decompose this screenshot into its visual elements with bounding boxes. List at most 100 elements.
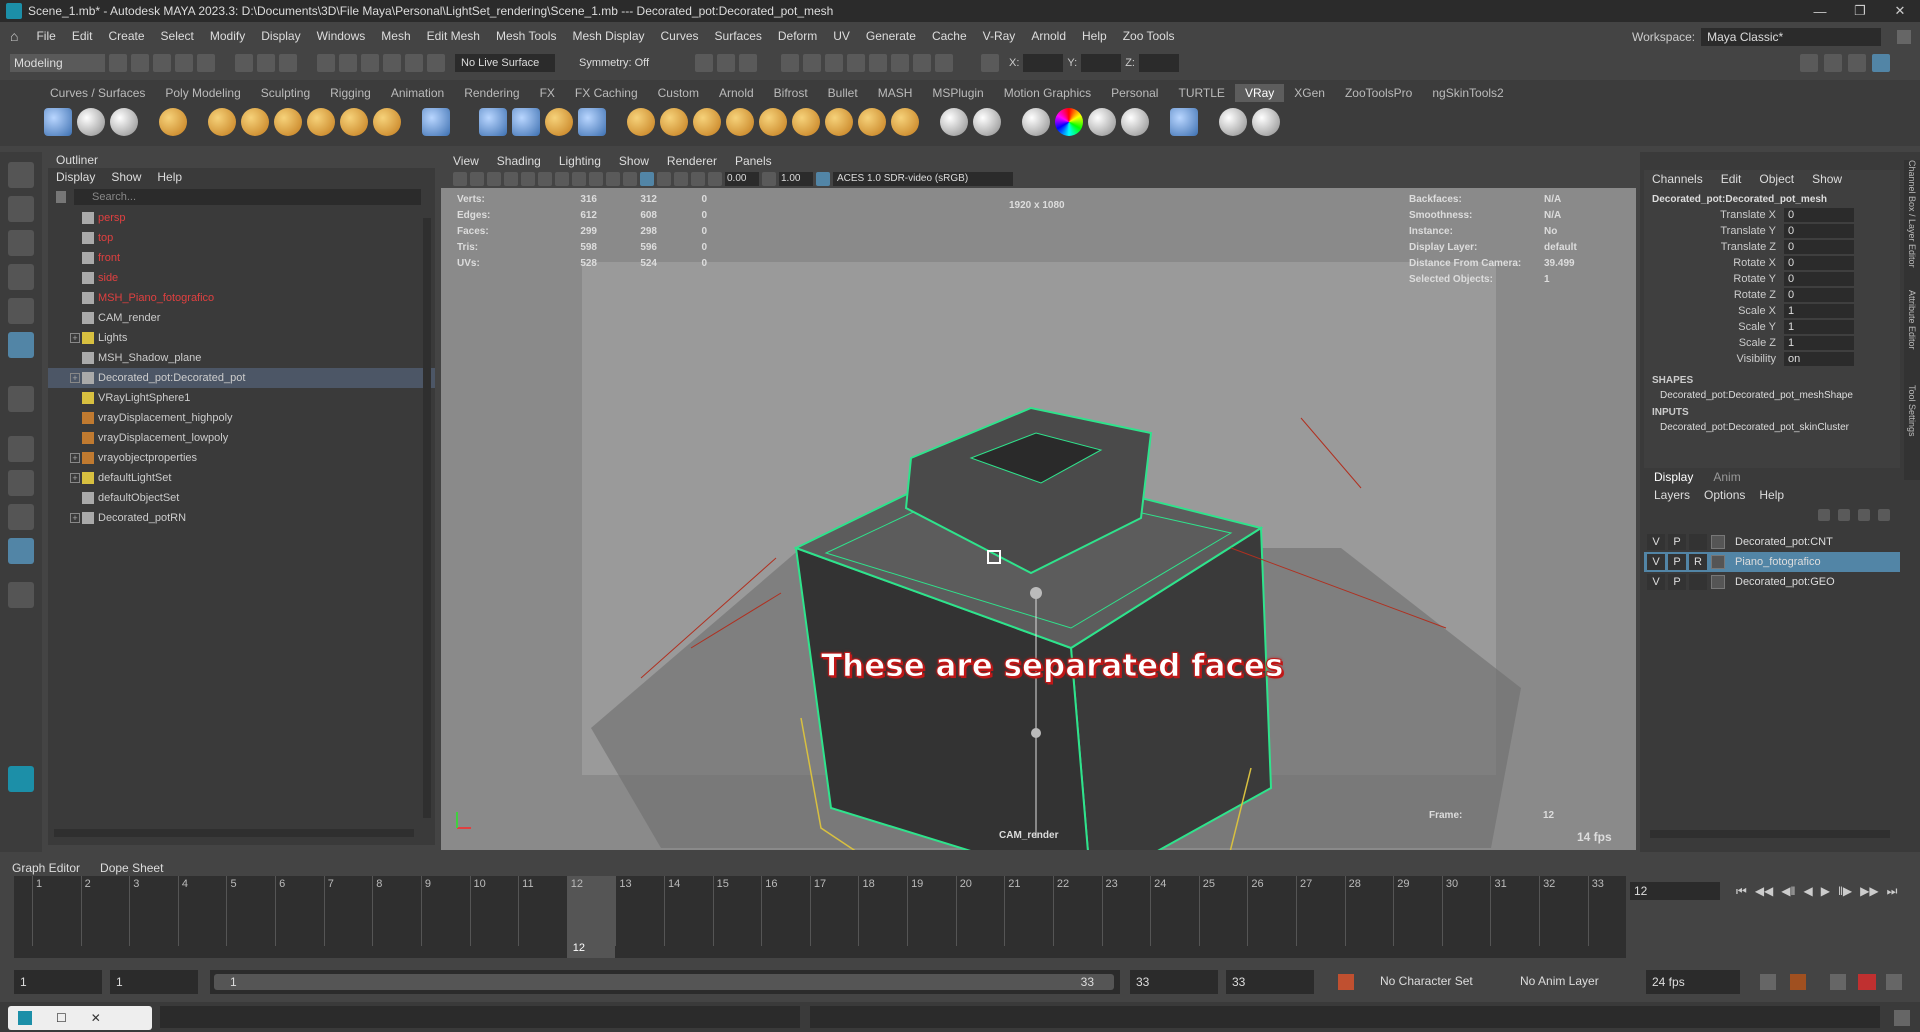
- outliner-item[interactable]: + Lights: [48, 328, 435, 348]
- vray-ipr-icon[interactable]: [891, 54, 909, 72]
- side-tab-channel-box-layer-editor[interactable]: Channel Box / Layer Editor: [1904, 160, 1920, 290]
- render-globals-icon[interactable]: [825, 54, 843, 72]
- menu-arnold[interactable]: Arnold: [1023, 29, 1074, 43]
- shelf-tab-rendering[interactable]: Rendering: [454, 84, 529, 102]
- xform-toggle-icon[interactable]: [981, 54, 999, 72]
- side-tab-attribute-editor[interactable]: Attribute Editor: [1904, 290, 1920, 385]
- layer-tab-anim[interactable]: Anim: [1713, 470, 1740, 484]
- channel-value[interactable]: 0: [1784, 240, 1854, 254]
- fps-dropdown[interactable]: 24 fps: [1646, 970, 1740, 994]
- vray-stop-icon[interactable]: [913, 54, 931, 72]
- go-to-start-icon[interactable]: ⏮: [1736, 884, 1747, 899]
- layer-menu-layers[interactable]: Layers: [1654, 488, 1690, 502]
- step-forward-key-icon[interactable]: ▶▶: [1860, 884, 1878, 898]
- mini-maximize-icon[interactable]: ☐: [56, 1011, 67, 1025]
- menu-generate[interactable]: Generate: [858, 29, 924, 43]
- move-layer-up-icon[interactable]: [1818, 509, 1830, 521]
- render-frame-icon[interactable]: [781, 54, 799, 72]
- shelf-tab-animation[interactable]: Animation: [381, 84, 454, 102]
- channel-row[interactable]: Scale X 1: [1644, 303, 1900, 319]
- vray-sphere-icon[interactable]: [77, 108, 105, 136]
- render-settings-icon[interactable]: [739, 54, 757, 72]
- channel-row[interactable]: Translate Y 0: [1644, 223, 1900, 239]
- vray-material-editor-icon[interactable]: [973, 108, 1001, 136]
- rotate-tool-icon[interactable]: [8, 298, 34, 324]
- grid-icon[interactable]: [521, 172, 535, 186]
- shadows-icon[interactable]: [606, 172, 620, 186]
- channel-row[interactable]: Rotate X 0: [1644, 255, 1900, 271]
- layer-menu-options[interactable]: Options: [1704, 488, 1745, 502]
- channel-row[interactable]: Translate X 0: [1644, 207, 1900, 223]
- undo-icon[interactable]: [175, 54, 193, 72]
- image-plane-icon[interactable]: [504, 172, 518, 186]
- scene-end-field[interactable]: 33: [1226, 970, 1314, 994]
- render-view-icon[interactable]: [717, 54, 735, 72]
- loop-icon[interactable]: [1760, 974, 1776, 990]
- menu-file[interactable]: File: [28, 29, 63, 43]
- menu-zoo-tools[interactable]: Zoo Tools: [1115, 29, 1183, 43]
- vray-object-props-icon[interactable]: [792, 108, 820, 136]
- close-button[interactable]: ✕: [1880, 3, 1920, 19]
- wireframe-on-shaded-icon[interactable]: [640, 172, 654, 186]
- shelf-tab-motion-graphics[interactable]: Motion Graphics: [994, 84, 1101, 102]
- viewport-menu-show[interactable]: Show: [619, 154, 649, 168]
- expand-icon[interactable]: +: [70, 373, 80, 383]
- shelf-tab-zootoolspro[interactable]: ZooToolsPro: [1335, 84, 1422, 102]
- shelf-tab-msplugin[interactable]: MSPlugin: [922, 84, 993, 102]
- filter-icon[interactable]: [56, 191, 66, 203]
- bookmark-icon[interactable]: [487, 172, 501, 186]
- layer-playback-toggle[interactable]: P: [1668, 574, 1686, 590]
- color-management-icon[interactable]: [816, 172, 830, 186]
- menu-edit-mesh[interactable]: Edit Mesh: [419, 29, 488, 43]
- vray-render-icon[interactable]: [110, 108, 138, 136]
- channel-value[interactable]: 1: [1784, 304, 1854, 318]
- shelf-tab-sculpting[interactable]: Sculpting: [251, 84, 320, 102]
- channel-row[interactable]: Scale Z 1: [1644, 335, 1900, 351]
- layer-visibility-toggle[interactable]: V: [1647, 554, 1665, 570]
- snap-view-icon[interactable]: [383, 54, 401, 72]
- menu-cache[interactable]: Cache: [924, 29, 975, 43]
- lights-icon[interactable]: [589, 172, 603, 186]
- attribute-editor-icon[interactable]: [1824, 54, 1842, 72]
- smooth-shade-icon[interactable]: [555, 172, 569, 186]
- x-field[interactable]: [1023, 54, 1064, 72]
- camera-attr-icon[interactable]: [470, 172, 484, 186]
- vray-proxy-icon[interactable]: [479, 108, 507, 136]
- outliner-scrollbar[interactable]: [423, 218, 431, 818]
- move-tool-icon[interactable]: [8, 264, 34, 290]
- outliner-item[interactable]: side: [48, 268, 435, 288]
- textured-icon[interactable]: [572, 172, 586, 186]
- vray-proxy-export-icon[interactable]: [512, 108, 540, 136]
- channel-row[interactable]: Visibility on: [1644, 351, 1900, 367]
- preferences-icon[interactable]: [1886, 974, 1902, 990]
- vray-cloud-icon[interactable]: [1170, 108, 1198, 136]
- outliner-item[interactable]: defaultObjectSet: [48, 488, 435, 508]
- move-layer-down-icon[interactable]: [1838, 509, 1850, 521]
- vray-grid-icon[interactable]: [759, 108, 787, 136]
- shelf-tab-vray[interactable]: VRay: [1234, 84, 1285, 102]
- film-gate-icon[interactable]: [674, 172, 688, 186]
- range-slider[interactable]: 1 33: [210, 970, 1120, 994]
- shelf-tab-mash[interactable]: MASH: [868, 84, 923, 102]
- auto-key-icon[interactable]: [1338, 974, 1354, 990]
- maximize-button[interactable]: ❐: [1840, 3, 1880, 19]
- play-forward-icon[interactable]: ▶: [1821, 884, 1830, 898]
- shelf-tab-fx-caching[interactable]: FX Caching: [565, 84, 648, 102]
- live-surface-field[interactable]: No Live Surface: [455, 54, 555, 72]
- outliner-item[interactable]: + Decorated_potRN: [48, 508, 435, 528]
- vray-sun-icon[interactable]: [373, 108, 401, 136]
- time-slider[interactable]: 1 2 3 4 5 6 7 8 9 10 11 12 12 13 14 15 16 17 18 19 20 21 22 23 2…: [14, 876, 1626, 958]
- y-field[interactable]: [1081, 54, 1122, 72]
- menu-display[interactable]: Display: [253, 29, 308, 43]
- lock-icon[interactable]: [1897, 30, 1912, 44]
- vray-scene-icon[interactable]: [545, 108, 573, 136]
- expand-icon[interactable]: +: [70, 473, 80, 483]
- home-icon[interactable]: ⌂: [0, 28, 28, 44]
- input-node[interactable]: Decorated_pot:Decorated_pot_skinCluster: [1644, 420, 1900, 435]
- viewport-menu-lighting[interactable]: Lighting: [559, 154, 601, 168]
- lasso-tool-icon[interactable]: [8, 196, 34, 222]
- outliner-item[interactable]: persp: [48, 208, 435, 228]
- layer-playback-toggle[interactable]: P: [1668, 534, 1686, 550]
- mode-dropdown[interactable]: Modeling: [10, 54, 105, 72]
- outliner-item[interactable]: CAM_render: [48, 308, 435, 328]
